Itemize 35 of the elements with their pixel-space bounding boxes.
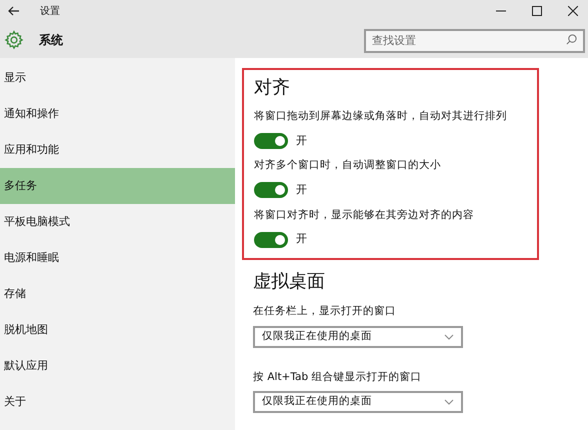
toggle-state: 开 xyxy=(296,231,307,248)
sidebar-item[interactable]: 通知和操作 xyxy=(0,96,235,132)
close-icon[interactable] xyxy=(568,6,578,16)
section-title: 虚拟桌面 xyxy=(253,270,326,294)
setting-label: 将窗口拖动到屏幕边缘或角落时，自动对其进行排列 xyxy=(254,109,508,124)
maximize-icon[interactable] xyxy=(532,6,542,16)
sidebar-item[interactable]: 关于 xyxy=(0,384,235,420)
setting-label: 在任务栏上，显示打开的窗口 xyxy=(253,304,397,319)
setting-label: 按 Alt+Tab 组合键显示打开的窗口 xyxy=(253,370,422,384)
toggle-state: 开 xyxy=(296,182,307,198)
window-title: 设置 xyxy=(40,4,60,18)
sidebar-item[interactable]: 电源和睡眠 xyxy=(0,240,235,276)
sidebar-item[interactable]: 平板电脑模式 xyxy=(0,204,235,240)
toggle-switch[interactable] xyxy=(254,133,288,149)
sidebar-item[interactable]: 存储 xyxy=(0,276,235,312)
dropdown[interactable]: 仅限我正在使用的桌面 xyxy=(253,391,463,414)
chevron-down-icon xyxy=(444,334,454,340)
sidebar-item[interactable]: 应用和功能 xyxy=(0,132,235,168)
sidebar-item[interactable]: 多任务 xyxy=(0,168,235,204)
setting-label: 对齐多个窗口时，自动调整窗口的大小 xyxy=(254,158,442,174)
sidebar-item[interactable]: 脱机地图 xyxy=(0,312,235,348)
gear-icon xyxy=(4,30,24,50)
toggle-state: 开 xyxy=(296,132,307,149)
toggle-switch[interactable] xyxy=(254,182,288,198)
toggle-switch[interactable] xyxy=(254,232,288,248)
search-icon xyxy=(566,34,577,46)
dropdown[interactable]: 仅限我正在使用的桌面 xyxy=(253,326,463,348)
sidebar-item[interactable]: 显示 xyxy=(0,60,235,96)
section-title: 对齐 xyxy=(254,76,291,100)
back-arrow-icon[interactable] xyxy=(8,6,20,16)
sidebar-item[interactable]: 默认应用 xyxy=(0,348,235,384)
chevron-down-icon xyxy=(444,399,454,406)
setting-label: 将窗口对齐时，显示能够在其旁边对齐的内容 xyxy=(254,208,475,222)
search-field[interactable]: 查找设置 xyxy=(364,28,585,53)
page-title: 系统 xyxy=(39,32,63,49)
